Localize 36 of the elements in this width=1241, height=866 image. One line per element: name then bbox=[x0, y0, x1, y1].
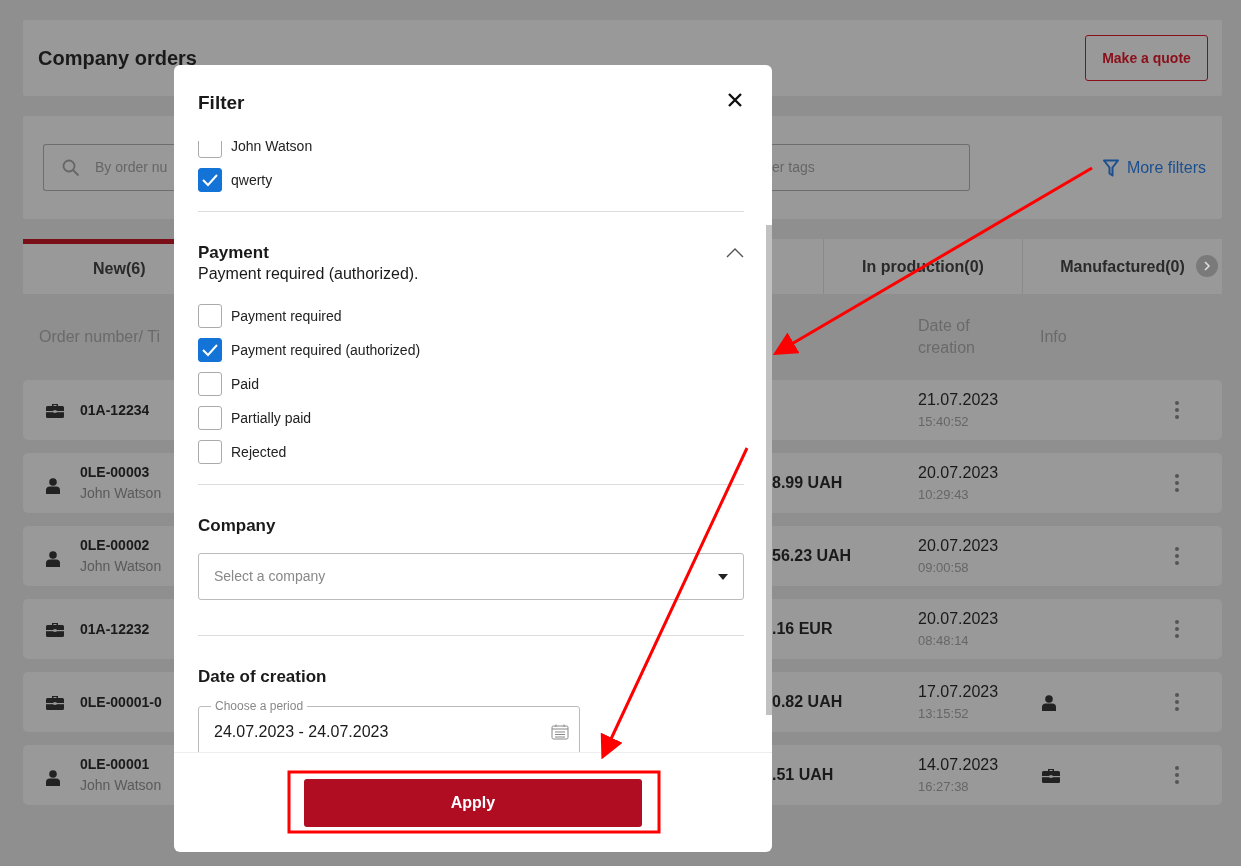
customer-name: John Watson bbox=[80, 557, 162, 576]
order-amount: 0.82 UAH bbox=[772, 693, 843, 710]
customer-name: John Watson bbox=[80, 484, 162, 503]
field-label: Choose a period bbox=[214, 698, 305, 714]
order-date: 21.07.2023 bbox=[918, 390, 1000, 411]
order-number: 0LE-00001-0 bbox=[80, 692, 162, 712]
date-range-value: 24.07.2023 - 24.07.2023 bbox=[214, 722, 389, 742]
customer-name: John Watson bbox=[80, 776, 162, 795]
order-number: 01A-12234 bbox=[80, 400, 150, 420]
page-title: Company orders bbox=[38, 46, 197, 70]
order-amount: 56.23 UAH bbox=[772, 547, 852, 564]
order-amount: .51 UAH bbox=[772, 766, 834, 783]
section-heading: Date of creation bbox=[198, 666, 327, 688]
order-amount: .16 EUR bbox=[772, 620, 833, 637]
order-date: 20.07.2023 bbox=[918, 536, 1000, 557]
option-label: Payment required (authorized) bbox=[231, 340, 421, 360]
order-date: 20.07.2023 bbox=[918, 463, 1000, 484]
option-label: Paid bbox=[231, 374, 260, 394]
option-label: John Watson bbox=[231, 141, 313, 156]
option-label: qwerty bbox=[231, 170, 273, 190]
option-label: Payment required bbox=[231, 306, 342, 326]
order-number: 0LE-00003 bbox=[80, 463, 151, 482]
order-date: 20.07.2023 bbox=[918, 609, 1000, 630]
order-date: 14.07.2023 bbox=[918, 755, 1000, 776]
order-date: 17.07.2023 bbox=[918, 682, 1000, 703]
section-heading: Company bbox=[198, 515, 276, 537]
order-number: 01A-12232 bbox=[80, 619, 150, 639]
dialog-title: Filter bbox=[198, 90, 245, 115]
option-label: Partially paid bbox=[231, 408, 312, 428]
order-number: 0LE-00001 bbox=[80, 755, 151, 774]
order-amount: 8.99 UAH bbox=[772, 474, 843, 491]
order-number: 0LE-00002 bbox=[80, 536, 151, 555]
option-label: Rejected bbox=[231, 442, 287, 462]
selection-summary: Payment required (authorized). bbox=[198, 264, 420, 284]
select-placeholder: Select a company bbox=[214, 567, 326, 586]
section-heading: Payment bbox=[198, 242, 269, 264]
